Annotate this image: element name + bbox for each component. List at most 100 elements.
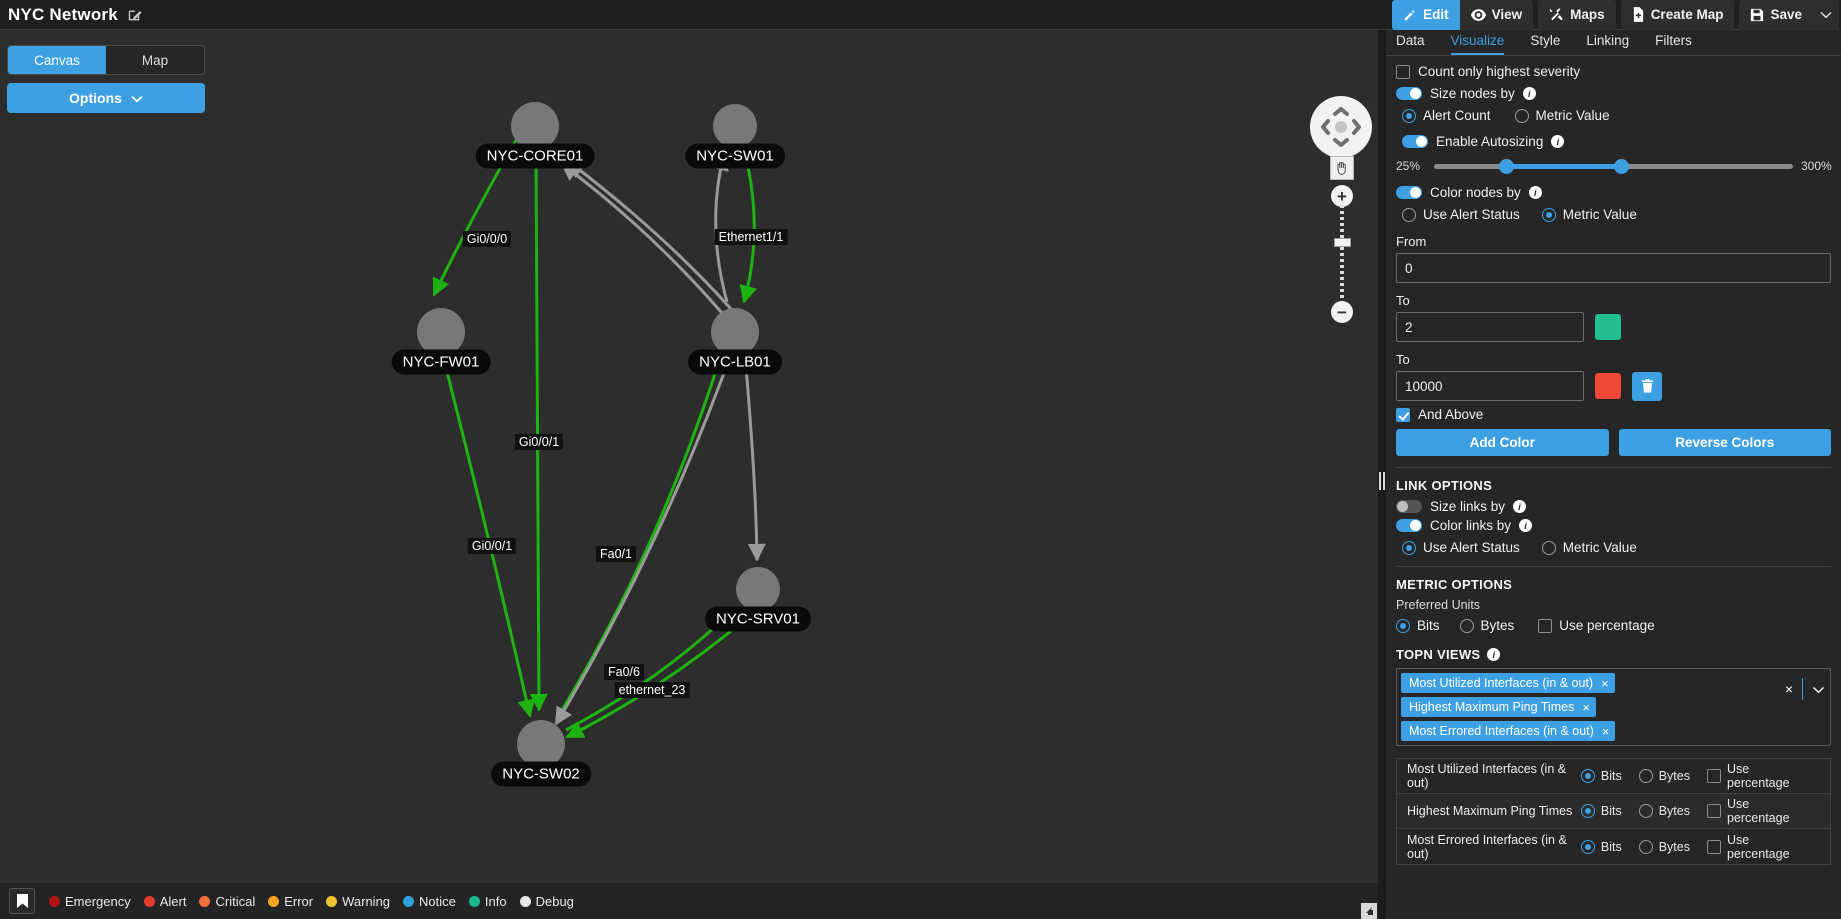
topn-row-bytes[interactable]: Bytes	[1638, 769, 1690, 783]
use-percentage-checkbox[interactable]	[1538, 618, 1553, 633]
slider-knob-low[interactable]	[1498, 158, 1514, 174]
link-mode-metric-value-radio[interactable]	[1541, 540, 1556, 555]
topn-chip[interactable]: Most Errored Interfaces (in & out) ×	[1401, 721, 1616, 741]
node-label[interactable]: NYC-FW01	[391, 349, 491, 375]
slider-track[interactable]	[1434, 158, 1793, 174]
tab-filters[interactable]: Filters	[1655, 33, 1692, 55]
node-label[interactable]: NYC-SW01	[685, 143, 785, 169]
zoom-track[interactable]	[1340, 205, 1344, 305]
info-icon[interactable]: i	[1528, 186, 1542, 199]
close-icon[interactable]: ×	[1602, 725, 1610, 738]
size-mode-metric-value-radio[interactable]	[1514, 108, 1529, 123]
slider-knob-high[interactable]	[1613, 158, 1629, 174]
stop-2-color-swatch[interactable]	[1595, 373, 1621, 399]
trash-icon[interactable]	[1632, 371, 1662, 401]
info-icon[interactable]: i	[1551, 135, 1565, 148]
topn-row-bytes[interactable]: Bytes	[1638, 839, 1690, 854]
clear-x-icon[interactable]: ×	[1785, 681, 1793, 697]
topn-row-percentage[interactable]: Use percentage	[1706, 797, 1803, 825]
units-bits-radio[interactable]	[1396, 618, 1410, 633]
bytes-radio[interactable]	[1638, 769, 1653, 783]
topn-row-bits[interactable]: Bits	[1580, 769, 1622, 783]
hand-pan-icon[interactable]	[1330, 156, 1354, 180]
topn-row-bytes[interactable]: Bytes	[1638, 804, 1690, 818]
color-nodes-by-toggle[interactable]	[1396, 186, 1422, 199]
info-icon[interactable]: i	[1522, 87, 1536, 100]
edge-label[interactable]: Fa0/1	[596, 546, 636, 562]
bookmark-icon[interactable]	[9, 888, 35, 914]
bytes-radio[interactable]	[1638, 839, 1653, 854]
close-icon[interactable]: ×	[1601, 677, 1609, 690]
edge-label[interactable]: Gi0/0/0	[462, 231, 512, 247]
plus-circle-icon[interactable]: +	[1331, 185, 1353, 207]
resize-handle-icon[interactable]	[1361, 903, 1377, 919]
maps-button[interactable]: Maps	[1538, 0, 1616, 30]
reverse-colors-button[interactable]: Reverse Colors	[1618, 429, 1831, 456]
link-mode-alert-status-radio[interactable]	[1402, 540, 1416, 555]
edge-label[interactable]: Gi0/0/1	[467, 538, 517, 554]
from-input[interactable]	[1396, 253, 1831, 283]
add-color-button[interactable]: Add Color	[1396, 429, 1609, 456]
edit-button[interactable]: Edit	[1392, 0, 1460, 30]
save-button[interactable]: Save	[1739, 0, 1813, 30]
size-links-by-toggle[interactable]	[1396, 500, 1422, 513]
info-icon[interactable]: i	[1487, 648, 1501, 661]
autosize-range-slider[interactable]: 25% 300%	[1396, 158, 1832, 174]
color-mode-alert-status-radio[interactable]	[1402, 207, 1416, 222]
close-icon[interactable]: ×	[1582, 701, 1590, 714]
bytes-radio[interactable]	[1638, 804, 1653, 818]
count-highest-severity-checkbox[interactable]	[1396, 64, 1410, 79]
use-percentage-checkbox[interactable]	[1706, 839, 1721, 854]
edge-label[interactable]: Fa0/6	[604, 664, 644, 680]
panel-splitter[interactable]	[1378, 30, 1386, 919]
color-mode-metric-value-radio[interactable]	[1541, 207, 1556, 222]
tab-data[interactable]: Data	[1396, 33, 1425, 55]
stop-1-color-swatch[interactable]	[1595, 314, 1621, 340]
info-icon[interactable]: i	[1513, 500, 1527, 513]
topn-row-bits[interactable]: Bits	[1580, 839, 1622, 854]
use-percentage-checkbox[interactable]	[1706, 769, 1721, 783]
node-label[interactable]: NYC-SRV01	[705, 606, 811, 632]
options-button[interactable]: Options	[7, 83, 205, 113]
tab-map[interactable]: Map	[106, 46, 204, 74]
topn-row-percentage[interactable]: Use percentage	[1706, 762, 1803, 790]
topn-row-bits[interactable]: Bits	[1580, 804, 1622, 818]
node-label[interactable]: NYC-SW02	[491, 761, 591, 787]
bits-radio[interactable]	[1580, 804, 1595, 818]
topn-chip[interactable]: Most Utilized Interfaces (in & out) ×	[1401, 673, 1615, 693]
create-map-button[interactable]: Create Map	[1620, 0, 1735, 30]
stop-1-input[interactable]	[1396, 312, 1584, 342]
stop-2-input[interactable]	[1396, 371, 1584, 401]
and-above-checkbox[interactable]	[1396, 407, 1410, 422]
minus-circle-icon[interactable]: −	[1331, 301, 1353, 323]
edge-label[interactable]: Ethernet1/1	[714, 229, 788, 245]
pan-directional-icon[interactable]	[1310, 96, 1372, 158]
topn-views-multiselect[interactable]: Most Utilized Interfaces (in & out) × Hi…	[1396, 668, 1831, 746]
node-label[interactable]: NYC-LB01	[688, 349, 782, 375]
units-bytes-radio[interactable]	[1459, 618, 1474, 633]
topn-row-percentage[interactable]: Use percentage	[1706, 833, 1803, 861]
zoom-slider[interactable]: + −	[1331, 185, 1353, 323]
bits-radio[interactable]	[1580, 769, 1595, 783]
enable-autosizing-toggle[interactable]	[1402, 135, 1428, 148]
network-canvas[interactable]: NYC-CORE01 NYC-SW01 NYC-FW01 NYC-LB01 NY…	[0, 30, 1378, 919]
zoom-thumb[interactable]	[1334, 238, 1351, 247]
tab-canvas[interactable]: Canvas	[8, 46, 106, 74]
tab-linking[interactable]: Linking	[1586, 33, 1629, 55]
use-percentage-checkbox[interactable]	[1706, 804, 1721, 818]
splitter-grip[interactable]	[1379, 472, 1385, 490]
pencil-square-icon[interactable]	[127, 6, 144, 23]
size-nodes-by-toggle[interactable]	[1396, 87, 1422, 100]
tab-visualize[interactable]: Visualize	[1450, 33, 1505, 55]
tab-style[interactable]: Style	[1530, 33, 1560, 55]
info-icon[interactable]: i	[1519, 519, 1533, 532]
size-mode-alert-count-radio[interactable]	[1402, 108, 1416, 123]
save-caret-chevron-down-icon[interactable]	[1813, 0, 1839, 30]
node-label[interactable]: NYC-CORE01	[475, 143, 595, 169]
view-button[interactable]: View	[1459, 0, 1534, 30]
topn-chip[interactable]: Highest Maximum Ping Times ×	[1401, 697, 1596, 717]
bits-radio[interactable]	[1580, 839, 1595, 854]
edge-label[interactable]: ethernet_23	[614, 682, 690, 698]
chevron-down-icon[interactable]	[1812, 681, 1825, 697]
edge-label[interactable]: Gi0/0/1	[514, 434, 564, 450]
